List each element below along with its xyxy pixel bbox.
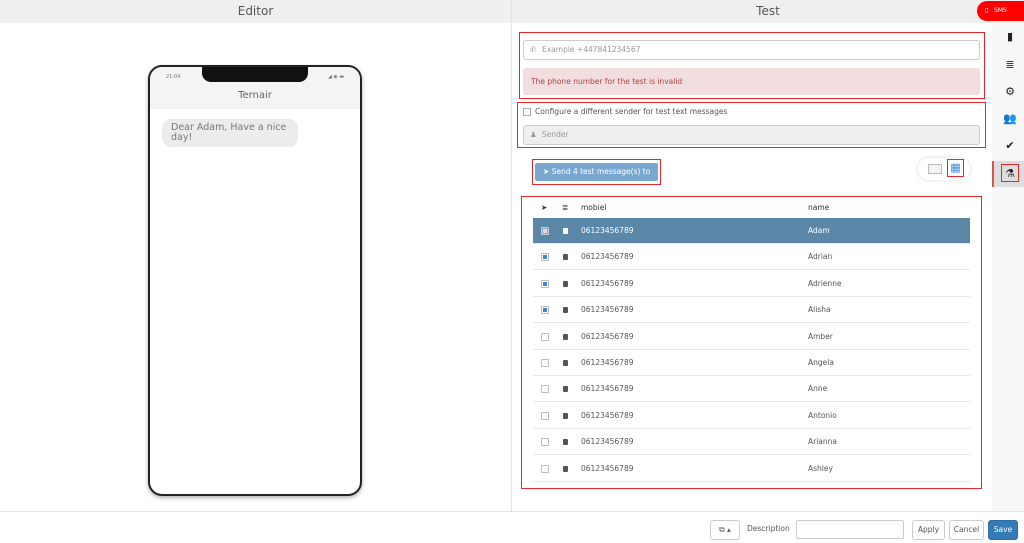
row-checkbox[interactable]: [541, 253, 549, 262]
table-header: ➤ ≣ mobiel name: [533, 199, 970, 217]
phone-preview: 21:04 ◢ ◉ ▬ Ternair Dear Adam, Have a ni…: [148, 65, 362, 496]
name-cell: Adam: [808, 226, 830, 235]
column-mobiel[interactable]: mobiel: [581, 199, 606, 217]
name-cell: Ashley: [808, 463, 833, 473]
database-icon: [563, 228, 568, 234]
paper-plane-icon: ➤: [543, 167, 550, 176]
name-cell: Adrian: [808, 252, 833, 262]
table-row[interactable]: 06123456789 Adam: [533, 218, 970, 244]
mobiel-cell: 06123456789: [581, 358, 634, 367]
table-row[interactable]: 06123456789 Angela: [533, 350, 970, 376]
save-button[interactable]: Save: [988, 520, 1018, 540]
name-cell: Angela: [808, 358, 834, 367]
mobile-icon: ▯: [985, 7, 989, 14]
table-row[interactable]: 06123456789 Alisha: [533, 297, 970, 324]
sender-checkbox-label: Configure a different sender for test te…: [535, 107, 728, 116]
table-row[interactable]: 06123456789 Antonio: [533, 403, 970, 429]
row-checkbox[interactable]: [541, 385, 549, 394]
phone-icon: ✆: [530, 45, 537, 54]
users-icon[interactable]: 👥: [1001, 110, 1019, 128]
file-icon[interactable]: ▮: [1001, 28, 1019, 46]
name-cell: Anne: [808, 384, 828, 394]
row-checkbox[interactable]: [541, 332, 549, 341]
table-row[interactable]: 06123456789 Arianna: [533, 429, 970, 456]
send-test-button[interactable]: ➤ Send 4 test message(s) to ...: [535, 163, 658, 194]
mobiel-cell: 06123456789: [581, 226, 634, 235]
description-label: Description: [747, 524, 790, 533]
name-cell: Alisha: [808, 305, 831, 315]
table-row[interactable]: 06123456789 Adrian: [533, 244, 970, 271]
apply-button[interactable]: Apply: [912, 520, 945, 540]
mobiel-cell: 06123456789: [581, 437, 634, 447]
phone-status-icons: ◢ ◉ ▬: [328, 74, 345, 80]
message-bubble: Dear Adam, Have a nice day!: [162, 119, 298, 147]
column-name[interactable]: name: [808, 199, 829, 217]
row-checkbox[interactable]: [541, 227, 549, 235]
table-row[interactable]: 06123456789 Adrienne: [533, 271, 970, 297]
database-icon: [563, 412, 568, 419]
sender-input[interactable]: ♟ Sender: [523, 125, 980, 145]
row-checkbox[interactable]: [541, 279, 549, 288]
row-checkbox[interactable]: [541, 306, 549, 315]
divider: [511, 0, 512, 511]
test-phone-input[interactable]: ✆ Example +447841234567: [523, 40, 980, 60]
table-row[interactable]: 06123456789 Ashley: [533, 456, 970, 482]
sms-badge[interactable]: ▯ SMS: [977, 1, 1024, 21]
name-cell: Arianna: [808, 437, 837, 447]
mobiel-cell: 06123456789: [581, 252, 634, 262]
database-icon: [563, 465, 568, 472]
phone-time: 21:04: [166, 74, 181, 80]
copy-dropdown-button[interactable]: ⧉ ▴: [710, 520, 740, 540]
name-cell: Amber: [808, 331, 833, 341]
database-icon: [563, 360, 568, 366]
database-icon: [563, 333, 568, 340]
editor-header: Editor: [0, 0, 511, 23]
database-icon[interactable]: ≣: [1001, 56, 1019, 74]
table-view-icon[interactable]: ▦: [947, 159, 964, 177]
database-icon: [563, 280, 568, 287]
cancel-button[interactable]: Cancel: [949, 520, 984, 540]
database-icon: [563, 439, 568, 446]
database-column-icon: ≣: [562, 203, 569, 212]
test-header: Test: [512, 0, 1024, 23]
send-column-icon: ➤: [541, 203, 548, 212]
phone-app-name: Ternair: [238, 90, 272, 101]
card-view-icon[interactable]: [928, 164, 942, 174]
error-alert: The phone number for the test is invalid: [523, 68, 980, 95]
mobiel-cell: 06123456789: [581, 278, 634, 288]
table-row[interactable]: 06123456789 Anne: [533, 376, 970, 403]
name-cell: Adrienne: [808, 278, 842, 288]
database-icon: [563, 307, 568, 314]
description-input[interactable]: [796, 520, 904, 539]
mobiel-cell: 06123456789: [581, 305, 634, 315]
phone-notch: [202, 67, 308, 82]
mobiel-cell: 06123456789: [581, 463, 634, 473]
table-row[interactable]: 06123456789 Amber: [533, 324, 970, 350]
footer-divider: [0, 511, 1024, 512]
name-cell: Antonio: [808, 410, 837, 420]
mobiel-cell: 06123456789: [581, 410, 634, 420]
row-checkbox[interactable]: [541, 359, 549, 367]
sender-checkbox[interactable]: [523, 108, 531, 116]
check-icon[interactable]: ✔: [1001, 137, 1019, 155]
row-checkbox[interactable]: [541, 464, 549, 473]
flask-icon[interactable]: ⚗: [1001, 164, 1019, 182]
database-icon: [563, 386, 568, 393]
gear-icon[interactable]: ⚙: [1001, 83, 1019, 101]
user-icon: ♟: [530, 130, 537, 139]
row-checkbox[interactable]: [541, 411, 549, 420]
mobiel-cell: 06123456789: [581, 384, 634, 394]
row-checkbox[interactable]: [541, 438, 549, 447]
database-icon: [563, 254, 568, 261]
mobiel-cell: 06123456789: [581, 331, 634, 341]
